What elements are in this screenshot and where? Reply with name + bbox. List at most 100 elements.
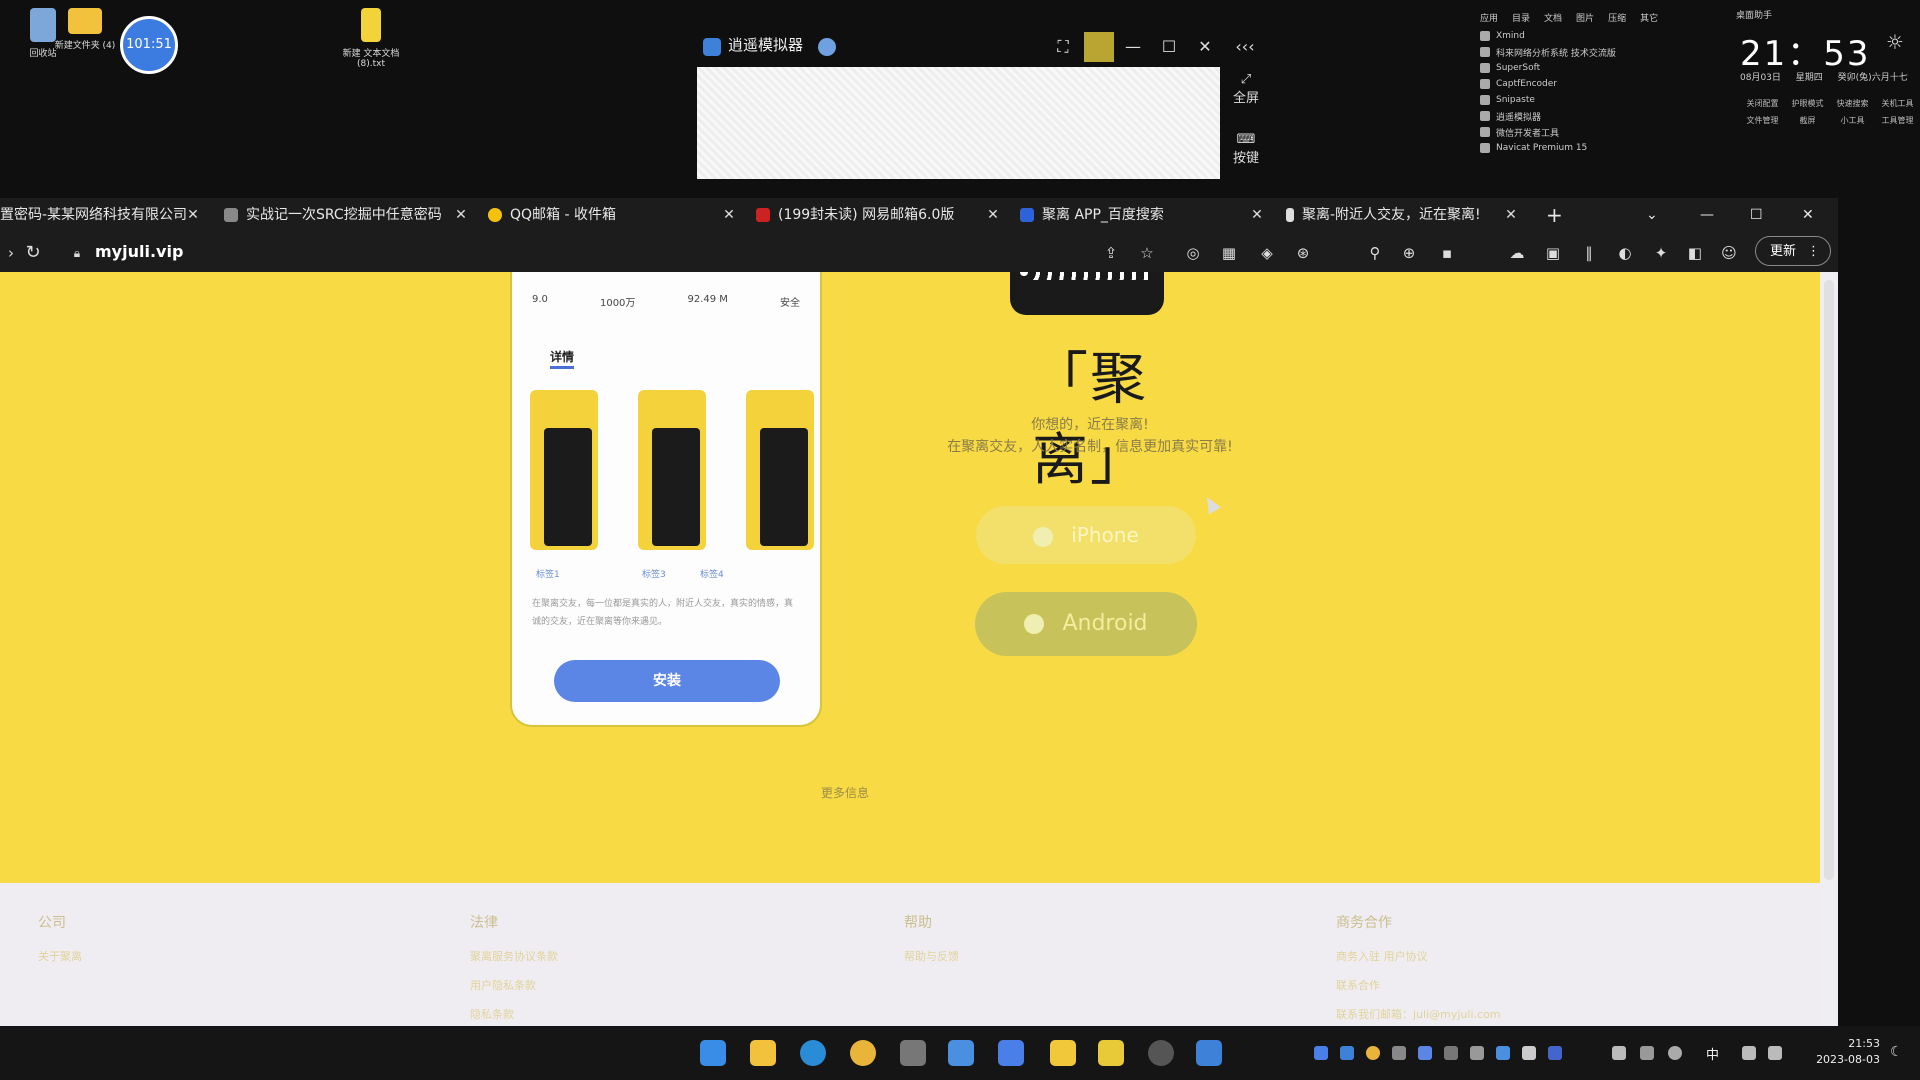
window-close-icon[interactable]: ✕ bbox=[1802, 198, 1824, 232]
tray-icon[interactable] bbox=[1366, 1046, 1380, 1060]
address-bar[interactable]: myjuli.vip bbox=[95, 242, 183, 261]
footer-link[interactable]: 用户隐私条款 bbox=[470, 977, 558, 993]
tab-baidu-search[interactable]: 聚离 APP_百度搜索 ✕ bbox=[1020, 198, 1268, 232]
side-panel-icon[interactable]: ◧ bbox=[1684, 242, 1706, 264]
shield-icon[interactable] bbox=[1418, 1046, 1432, 1060]
scrollbar-thumb[interactable] bbox=[1824, 280, 1834, 880]
lock-icon[interactable]: 🔒︎ bbox=[66, 242, 88, 264]
launcher-header-item[interactable]: 目录 bbox=[1512, 11, 1530, 24]
launcher-header-item[interactable]: 应用 bbox=[1480, 11, 1498, 24]
extension-icon[interactable]: ◎ bbox=[1182, 242, 1204, 264]
volume-icon[interactable] bbox=[1768, 1046, 1782, 1060]
quick-action[interactable]: 工具管理 bbox=[1875, 115, 1920, 126]
screenshot-icon[interactable]: ⛶ bbox=[1052, 36, 1074, 58]
launcher-app[interactable]: 逍遥模拟器 bbox=[1480, 108, 1680, 124]
extension-icon[interactable]: ⚲ bbox=[1364, 242, 1386, 264]
reload-icon[interactable]: ↻ bbox=[22, 242, 44, 264]
sun-icon[interactable]: ☼ bbox=[1886, 30, 1904, 54]
install-button[interactable]: 安装 bbox=[554, 660, 780, 702]
close-tab-icon[interactable]: ✕ bbox=[1246, 198, 1268, 232]
back-icon[interactable]: › bbox=[0, 242, 22, 264]
tab-password-reset[interactable]: 置密码-某某网络科技有限公司 ✕ bbox=[0, 198, 204, 232]
android-download-button[interactable]: Android bbox=[975, 592, 1197, 656]
scrollbar[interactable] bbox=[1820, 272, 1838, 1026]
footer-link[interactable]: 隐私条款 bbox=[470, 1006, 558, 1022]
app-icon[interactable] bbox=[948, 1040, 974, 1066]
quick-action[interactable]: 文件管理 bbox=[1740, 115, 1785, 126]
launcher-app[interactable]: Navicat Premium 15 bbox=[1480, 140, 1680, 156]
launcher-header-item[interactable]: 文档 bbox=[1544, 11, 1562, 24]
keys-button[interactable]: ⌨ 按键 bbox=[1228, 132, 1264, 166]
app-icon[interactable] bbox=[1098, 1040, 1124, 1066]
extension-icon[interactable]: ◈ bbox=[1256, 242, 1278, 264]
pin-icon[interactable] bbox=[1084, 32, 1114, 62]
launcher-app[interactable]: Snipaste bbox=[1480, 92, 1680, 108]
network-icon[interactable] bbox=[1612, 1046, 1626, 1060]
close-icon[interactable]: ✕ bbox=[1194, 36, 1216, 58]
footer-link[interactable]: 聚离服务协议条款 bbox=[470, 948, 558, 964]
extensions-puzzle-icon[interactable]: ✦ bbox=[1650, 242, 1672, 264]
quick-action[interactable]: 关机工具 bbox=[1875, 98, 1920, 109]
launcher-header-item[interactable]: 压缩 bbox=[1608, 11, 1626, 24]
python-icon[interactable] bbox=[1050, 1040, 1076, 1066]
new-tab-button[interactable]: + bbox=[1546, 198, 1570, 232]
extension-icon[interactable]: ◐ bbox=[1614, 242, 1636, 264]
launcher-app[interactable]: 微信开发者工具 bbox=[1480, 124, 1680, 140]
tray-icon[interactable] bbox=[1522, 1046, 1536, 1060]
tray-icon[interactable] bbox=[1392, 1046, 1406, 1060]
collapse-icon[interactable]: ‹‹‹ bbox=[1234, 36, 1256, 58]
emulator-screen[interactable] bbox=[697, 67, 1220, 179]
microphone-icon[interactable] bbox=[1668, 1046, 1682, 1060]
tray-icon[interactable] bbox=[1444, 1046, 1458, 1060]
tray-icon[interactable] bbox=[1314, 1046, 1328, 1060]
close-tab-icon[interactable]: ✕ bbox=[982, 198, 1004, 232]
ime-indicator[interactable]: 中 bbox=[1706, 1044, 1719, 1063]
minimize-icon[interactable]: — bbox=[1122, 36, 1144, 58]
tab-juli-active[interactable]: 聚离-附近人交友，近在聚离! ✕ bbox=[1286, 198, 1522, 232]
close-tab-icon[interactable]: ✕ bbox=[182, 198, 204, 232]
close-tab-icon[interactable]: ✕ bbox=[1500, 198, 1522, 232]
close-tab-icon[interactable]: ✕ bbox=[718, 198, 740, 232]
fullscreen-button[interactable]: ⤢ 全屏 bbox=[1228, 72, 1264, 106]
maximize-icon[interactable]: ☐ bbox=[1158, 36, 1180, 58]
tab-search-icon[interactable]: ⌄ bbox=[1646, 198, 1668, 232]
menu-dots-icon[interactable]: ⋮ bbox=[1807, 237, 1820, 267]
quick-action[interactable]: 截屏 bbox=[1785, 115, 1830, 126]
tab-163-mail[interactable]: (199封未读) 网易邮箱6.0版 ✕ bbox=[756, 198, 1004, 232]
launcher-app[interactable]: CaptfEncoder bbox=[1480, 76, 1680, 92]
extension-icon[interactable]: ▣ bbox=[1542, 242, 1564, 264]
footer-link[interactable]: 联系合作 bbox=[1336, 977, 1501, 993]
display-icon[interactable] bbox=[1742, 1046, 1756, 1060]
ios-download-button[interactable]: iPhone bbox=[976, 506, 1196, 564]
profile-icon[interactable]: ☺ bbox=[1718, 242, 1740, 264]
launcher-header-item[interactable]: 图片 bbox=[1576, 11, 1594, 24]
launcher-app[interactable]: Xmind bbox=[1480, 28, 1680, 44]
details-tab[interactable]: 详情 bbox=[550, 348, 574, 365]
quick-action[interactable]: 快速搜索 bbox=[1830, 98, 1875, 109]
footer-link[interactable]: 帮助与反馈 bbox=[904, 948, 959, 964]
launcher-app[interactable]: SuperSoft bbox=[1480, 60, 1680, 76]
quick-action[interactable]: 关闭配置 bbox=[1740, 98, 1785, 109]
extension-icon[interactable]: ☁ bbox=[1506, 242, 1528, 264]
extension-icon[interactable]: ⊛ bbox=[1292, 242, 1314, 264]
launcher-header-item[interactable]: 其它 bbox=[1640, 11, 1658, 24]
update-button[interactable]: 更新 ⋮ bbox=[1755, 236, 1831, 266]
chrome-icon[interactable] bbox=[850, 1040, 876, 1066]
extension-icon[interactable]: ⊕ bbox=[1398, 242, 1420, 264]
timer-widget[interactable]: 101:51 bbox=[120, 16, 178, 74]
footer-link[interactable]: 联系我们邮箱：juli@myjuli.com bbox=[1336, 1006, 1501, 1022]
quick-action[interactable]: 小工具 bbox=[1830, 115, 1875, 126]
new-folder-icon[interactable]: 新建文件夹 (4) bbox=[50, 8, 120, 51]
tray-icon[interactable] bbox=[1340, 1046, 1354, 1060]
footer-link[interactable]: 商务入驻 用户协议 bbox=[1336, 948, 1501, 964]
extension-icon[interactable]: ∥ bbox=[1578, 242, 1600, 264]
tray-icon[interactable] bbox=[1496, 1046, 1510, 1060]
emulator-status-icon[interactable] bbox=[818, 38, 836, 56]
taskbar-clock[interactable]: 21:53 2023-08-03 bbox=[1800, 1036, 1880, 1068]
emulator-taskbar-icon[interactable] bbox=[1196, 1040, 1222, 1066]
footer-link[interactable]: 关于聚离 bbox=[38, 948, 82, 964]
bookmark-star-icon[interactable]: ☆ bbox=[1136, 242, 1158, 264]
file-explorer-icon[interactable] bbox=[750, 1040, 776, 1066]
app-icon[interactable] bbox=[1148, 1040, 1174, 1066]
text-file-icon[interactable]: 新建 文本文档 (8).txt bbox=[336, 8, 406, 69]
